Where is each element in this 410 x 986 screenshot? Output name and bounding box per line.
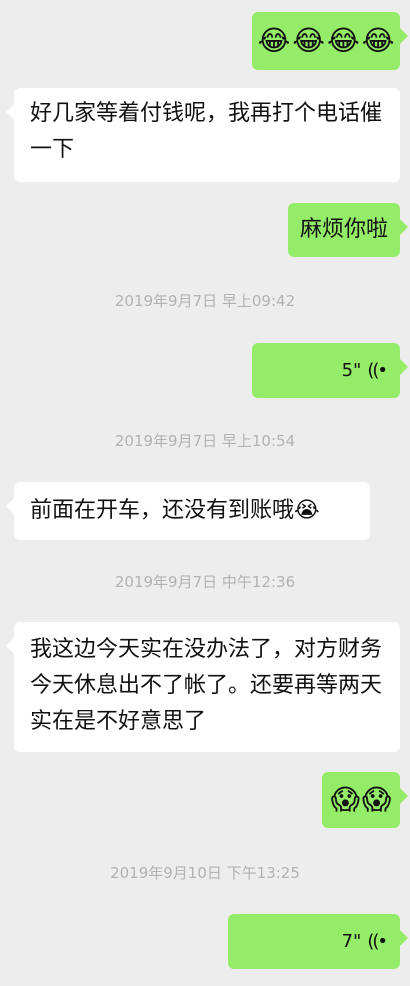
message-text: 前面在开车，还没有到账哦	[30, 498, 295, 523]
timestamp: 2019年9月7日 中午12:36	[114, 573, 296, 591]
tears-of-joy-emoji: 😂	[327, 24, 360, 57]
timestamp: 2019年9月7日 早上09:42	[114, 292, 296, 310]
outgoing-message-emoji[interactable]: 😂 😂 😂 😂	[252, 12, 408, 70]
timestamp: 2019年9月10日 下午13:25	[110, 864, 300, 882]
incoming-message[interactable]: 前面在开车，还没有到账哦😭	[6, 482, 370, 540]
crying-emoji: 😭	[294, 498, 320, 523]
voice-wave-icon: ((•	[367, 930, 388, 952]
chat-thread: 😂 😂 😂 😂 好几家等着付钱呢，我再打个电话催一下 麻烦你啦 2019年9月7…	[0, 0, 410, 986]
tears-of-joy-emoji: 😂	[257, 24, 291, 57]
message-text: 我这边今天实在没办法了，对方财务今天休息出不了帐了。还要再等两天实在是不好意思了	[30, 637, 383, 734]
incoming-message[interactable]: 我这边今天实在没办法了，对方财务今天休息出不了帐了。还要再等两天实在是不好意思了	[6, 622, 400, 752]
voice-duration: 5"	[341, 359, 362, 381]
tears-of-joy-emoji: 😂	[361, 24, 395, 57]
outgoing-message[interactable]: 麻烦你啦	[288, 203, 408, 257]
incoming-message[interactable]: 好几家等着付钱呢，我再打个电话催一下	[6, 88, 400, 182]
message-text: 好几家等着付钱呢，我再打个电话催一下	[30, 101, 383, 162]
outgoing-voice-message[interactable]: 5" ((•	[252, 343, 408, 398]
tears-of-joy-emoji: 😂	[292, 24, 325, 57]
screaming-face-emoji: 😱	[362, 783, 392, 816]
screaming-face-emoji: 😱	[330, 783, 360, 816]
voice-duration: 7"	[341, 930, 362, 952]
voice-wave-icon: ((•	[367, 359, 388, 381]
message-text: 麻烦你啦	[300, 217, 389, 242]
timestamp: 2019年9月7日 早上10:54	[114, 432, 296, 450]
outgoing-voice-message[interactable]: 7" ((•	[228, 914, 408, 969]
outgoing-message-emoji[interactable]: 😱 😱	[322, 772, 408, 828]
